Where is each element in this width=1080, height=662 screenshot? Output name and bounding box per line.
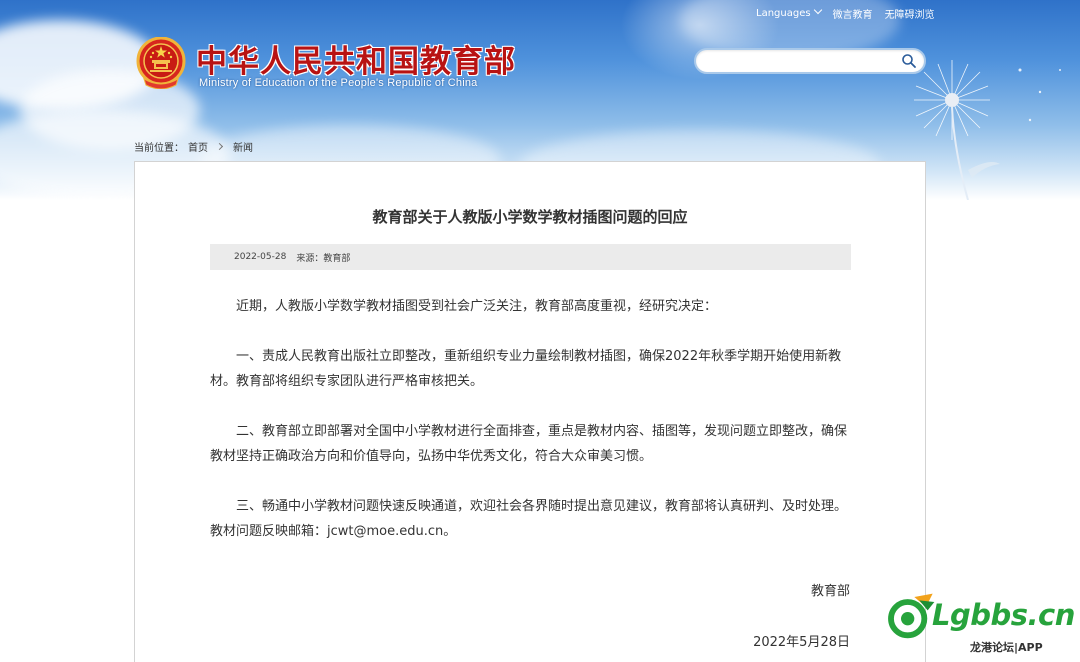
lgbbs-logo-icon xyxy=(888,593,935,639)
article-meta: 2022-05-28 来源：教育部 xyxy=(210,244,851,270)
languages-link[interactable]: Languages xyxy=(756,5,822,19)
breadcrumb-home[interactable]: 首页 xyxy=(188,139,208,154)
chevron-down-icon xyxy=(813,5,822,15)
watermark-logo-text: Lgbbs.cn xyxy=(932,598,1075,632)
article-source: 来源：教育部 xyxy=(296,253,351,264)
search-input[interactable] xyxy=(706,53,896,69)
article-paragraph: 一、责成人民教育出版社立即整改，重新组织专业力量绘制教材插图，确保2022年秋季… xyxy=(210,349,842,389)
top-links: Languages 微言教育 无障碍浏览 xyxy=(756,5,935,21)
watermark-sub-text: 龙港论坛|APP xyxy=(970,641,1043,654)
article-title: 教育部关于人教版小学数学教材插图问题的回应 xyxy=(372,208,688,226)
lgbbs-watermark: Lgbbs.cn 龙港论坛|APP xyxy=(886,588,1076,658)
article-paragraph: 三、畅通中小学教材问题快速反映通道，欢迎社会各界随时提出意见建议，教育部将认真研… xyxy=(210,499,848,539)
article-sign-date: 2022年5月28日 xyxy=(753,635,850,650)
weixin-link[interactable]: 微言教育 xyxy=(833,6,873,21)
national-emblem-icon[interactable] xyxy=(136,37,186,89)
breadcrumb-current[interactable]: 新闻 xyxy=(233,139,253,154)
article-panel: 教育部关于人教版小学数学教材插图问题的回应 2022-05-28 来源：教育部 … xyxy=(134,161,926,662)
article-paragraph: 近期，人教版小学数学教材插图受到社会广泛关注，教育部高度重视，经研究决定： xyxy=(236,299,718,314)
article-date: 2022-05-28 xyxy=(234,252,287,262)
article-signature: 教育部 xyxy=(810,584,850,599)
search-box xyxy=(694,48,926,74)
article-paragraph: 二、教育部立即部署对全国中小学教材进行全面排查，重点是教材内容、插图等，发现问题… xyxy=(210,424,848,464)
accessibility-link[interactable]: 无障碍浏览 xyxy=(885,6,935,21)
site-subtitle: Ministry of Education of the People's Re… xyxy=(199,77,478,89)
chevron-right-icon xyxy=(215,142,224,150)
languages-label: Languages xyxy=(756,8,811,19)
site-title[interactable]: 中华人民共和国教育部 xyxy=(196,36,516,81)
article-body: 近期，人教版小学数学教材插图受到社会广泛关注，教育部高度重视，经研究决定： 一、… xyxy=(210,294,851,569)
search-icon[interactable] xyxy=(901,53,917,69)
breadcrumb: 当前位置： 首页 新闻 xyxy=(134,139,253,154)
breadcrumb-prefix: 当前位置： xyxy=(134,142,184,154)
